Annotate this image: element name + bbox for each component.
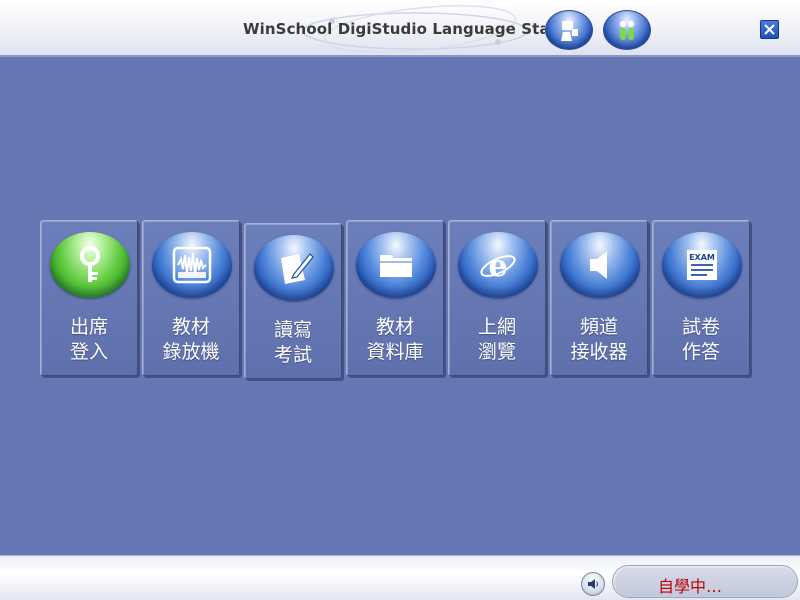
tile-label: 教材 資料庫 xyxy=(366,316,424,363)
svg-text:e: e xyxy=(488,249,507,284)
tile-exam-answer[interactable]: EXAM 試卷 作答 xyxy=(652,220,750,376)
tile-orb xyxy=(356,232,436,298)
app-title: WinSchool DigiStudio Language Statio xyxy=(243,20,545,38)
waveform-icon xyxy=(172,246,212,284)
students-icon xyxy=(619,20,635,40)
tile-read-write-exam[interactable]: 讀寫 考試 xyxy=(244,223,342,379)
speaker-icon xyxy=(590,251,607,279)
close-button[interactable] xyxy=(760,20,779,39)
tile-orb xyxy=(152,232,232,298)
tile-orb xyxy=(50,232,130,298)
tile-material-database[interactable]: 教材 資料庫 xyxy=(346,220,444,376)
status-text: 自學中… xyxy=(658,577,723,596)
title-bar: WinSchool DigiStudio Language Statio xyxy=(0,0,800,57)
svg-text:EXAM: EXAM xyxy=(689,253,715,262)
tile-label: 出席 登入 xyxy=(69,316,108,363)
tile-label: 讀寫 考試 xyxy=(273,319,312,366)
volume-icon xyxy=(588,579,598,589)
teacher-icon xyxy=(561,21,578,41)
folder-icon xyxy=(380,255,412,277)
pen-paper-icon xyxy=(281,253,314,284)
function-tiles: 出席 登入 教材 錄放機 讀寫 考試 教材 資料庫 e 上網 瀏覽 頻道 接收器… xyxy=(40,220,760,379)
volume-button[interactable] xyxy=(581,572,605,596)
status-display: 自學中… xyxy=(612,565,798,598)
close-icon xyxy=(764,24,775,35)
tile-orb xyxy=(560,232,640,298)
exam-icon: EXAM xyxy=(687,250,717,280)
tile-attendance-login[interactable]: 出席 登入 xyxy=(40,220,138,376)
tile-orb xyxy=(254,235,334,301)
tile-label: 頻道 接收器 xyxy=(570,316,628,363)
tile-orb: e xyxy=(458,232,538,298)
tile-label: 試卷 作答 xyxy=(681,316,720,363)
tile-orb: EXAM xyxy=(662,232,742,298)
teacher-button[interactable] xyxy=(545,10,593,50)
tile-label: 上網 瀏覽 xyxy=(477,316,516,363)
key-icon xyxy=(80,246,100,282)
tile-web-browse[interactable]: e 上網 瀏覽 xyxy=(448,220,546,376)
students-button[interactable] xyxy=(603,10,651,50)
tile-material-recorder[interactable]: 教材 錄放機 xyxy=(142,220,240,376)
status-bar: 自學中… xyxy=(0,555,800,600)
tile-channel-receiver[interactable]: 頻道 接收器 xyxy=(550,220,648,376)
tile-label: 教材 錄放機 xyxy=(162,316,220,363)
browser-icon: e xyxy=(480,249,516,284)
